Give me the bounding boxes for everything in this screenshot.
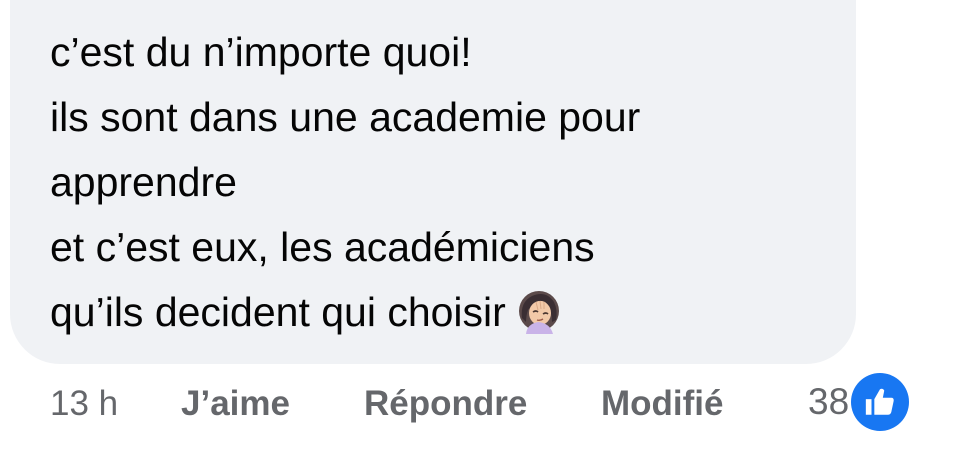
like-icon	[851, 373, 910, 431]
comment-line: et c’est eux, les académiciens	[50, 224, 595, 270]
like-button[interactable]: J’aime	[181, 382, 290, 426]
edited-label[interactable]: Modifié	[601, 382, 723, 426]
comment-line: apprendre	[50, 159, 237, 205]
comment-body: c’est du n’importe quoi! ils sont dans u…	[50, 20, 840, 345]
comment-line-text: qu’ils decident qui choisir	[50, 289, 506, 335]
reaction-count: 38	[808, 381, 850, 422]
face-palm-emoji-icon	[516, 288, 562, 334]
reactions-summary[interactable]: 38	[808, 372, 910, 432]
reply-button[interactable]: Répondre	[364, 382, 527, 426]
comment-line: ils sont dans une academie pour	[50, 94, 641, 140]
comment-line-last: qu’ils decident qui choisir	[50, 280, 840, 345]
comment-line: c’est du n’importe quoi!	[50, 29, 472, 75]
comment-timestamp[interactable]: 13 h	[50, 382, 118, 426]
